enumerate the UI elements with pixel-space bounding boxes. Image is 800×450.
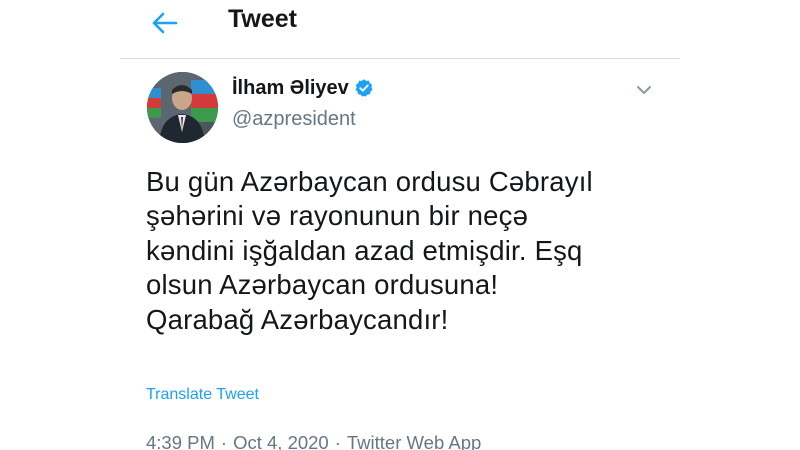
tweet-metadata: 4:39 PM · Oct 4, 2020 · Twitter Web App — [146, 432, 481, 450]
avatar[interactable] — [147, 72, 218, 143]
separator: · — [220, 432, 228, 450]
tweet-column: Tweet İlham Əliyev @azpresident Bu gün A… — [120, 0, 680, 450]
translate-tweet-link[interactable]: Translate Tweet — [146, 385, 259, 405]
tweet-text: Bu gün Azərbaycan ordusu Cəbrayıl şəhəri… — [146, 166, 593, 335]
top-bar: Tweet — [120, 0, 680, 59]
more-options-button[interactable] — [632, 80, 656, 100]
back-button[interactable] — [146, 4, 184, 42]
separator: · — [334, 432, 341, 450]
profile-photo — [147, 72, 218, 143]
chevron-down-icon — [637, 86, 651, 94]
tweet-page: Tweet İlham Əliyev @azpresident Bu gün A… — [0, 0, 800, 450]
tweet-source[interactable]: Twitter Web App — [347, 432, 481, 450]
author-name[interactable]: İlham Əliyev — [232, 76, 374, 100]
page-title: Tweet — [228, 5, 297, 33]
author-name-label: İlham Əliyev — [232, 77, 349, 99]
tweet-date[interactable]: Oct 4, 2020 — [233, 432, 329, 450]
author-handle[interactable]: @azpresident — [232, 107, 356, 131]
verified-badge-icon — [355, 79, 373, 97]
arrow-left-icon — [152, 12, 178, 34]
tweet-time[interactable]: 4:39 PM — [146, 432, 215, 450]
